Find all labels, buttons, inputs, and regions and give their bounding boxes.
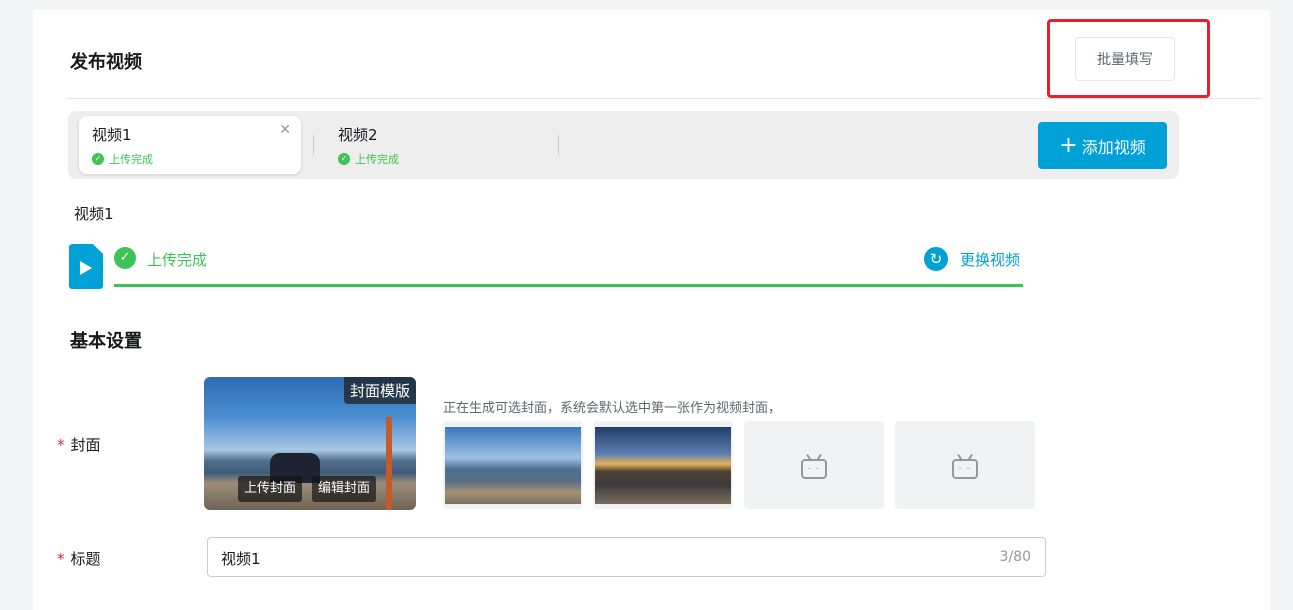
upload-progress-bar: [114, 284, 1023, 287]
cover-label: * 封面: [57, 434, 101, 455]
tab-status-text: 上传完成: [355, 153, 399, 166]
tab-separator: [558, 135, 559, 155]
page-title: 发布视频: [70, 52, 142, 73]
upload-status: 上传完成: [147, 251, 208, 269]
cover-option-placeholder: ˘ ˘: [895, 421, 1035, 509]
tab-video-1[interactable]: 视频1 ✓ 上传完成 ✕: [79, 116, 301, 174]
edit-cover-button[interactable]: 编辑封面: [312, 476, 377, 502]
tab-status: ✓ 上传完成: [92, 151, 153, 167]
check-circle-icon: ✓: [114, 247, 136, 269]
cover-hint: 正在生成可选封面，系统会默认选中第一张作为视频封面，: [443, 401, 782, 416]
required-mark: *: [57, 550, 65, 568]
title-char-counter: 3/80: [999, 549, 1031, 565]
title-input[interactable]: 视频1 3/80: [207, 537, 1046, 577]
tab-title: 视频1: [92, 126, 132, 144]
title-label: * 标题: [57, 548, 101, 569]
bilibili-tv-icon: ˘ ˘: [801, 454, 827, 479]
check-circle-icon: ✓: [92, 153, 104, 165]
cover-option-placeholder: ˘ ˘: [744, 421, 884, 509]
tab-status: ✓ 上传完成: [338, 151, 399, 167]
upload-progress-fill: [114, 284, 1023, 287]
tab-status-text: 上传完成: [109, 153, 153, 166]
check-circle-icon: ✓: [338, 153, 350, 165]
tab-separator: [313, 135, 314, 155]
tab-title: 视频2: [338, 126, 378, 144]
video-file-label: 视频1: [74, 205, 114, 223]
upload-cover-button[interactable]: 上传封面: [238, 476, 303, 502]
add-video-button[interactable]: + 添加视频: [1038, 122, 1167, 169]
refresh-icon[interactable]: ↻: [924, 247, 948, 271]
tab-video-2[interactable]: 视频2 ✓ 上传完成: [325, 116, 547, 174]
video-tab-bar: 视频1 ✓ 上传完成 ✕ 视频2 ✓ 上传完成 + 添加视频: [68, 111, 1179, 179]
replace-video-link[interactable]: 更换视频: [960, 249, 1020, 270]
bilibili-tv-icon: ˘ ˘: [952, 454, 978, 479]
cover-template-tag[interactable]: 封面模版: [343, 377, 416, 404]
cover-preview[interactable]: 封面模版 上传封面 编辑封面: [204, 377, 416, 510]
section-title-basic: 基本设置: [70, 331, 142, 352]
header-divider: [68, 98, 1260, 99]
cover-label-text: 封面: [70, 436, 101, 454]
title-label-text: 标题: [70, 550, 101, 568]
cover-option-1[interactable]: [443, 421, 583, 509]
highlight-annotation: [1047, 19, 1210, 98]
required-mark: *: [57, 436, 65, 454]
title-input-value: 视频1: [221, 550, 261, 568]
close-icon[interactable]: ✕: [279, 122, 291, 138]
add-video-label: 添加视频: [1081, 137, 1146, 157]
video-file-icon: [69, 244, 103, 289]
cover-scene-post: [386, 417, 392, 510]
publish-panel: [33, 10, 1270, 610]
plus-icon: +: [1059, 132, 1078, 158]
cover-option-2[interactable]: [593, 421, 733, 509]
